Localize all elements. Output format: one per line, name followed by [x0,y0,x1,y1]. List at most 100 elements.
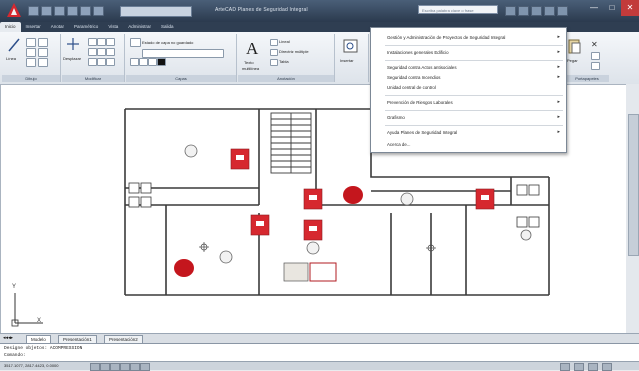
insert-block-icon[interactable] [342,38,360,54]
ortho-toggle-icon[interactable] [110,363,120,371]
scrollbar-thumb[interactable] [628,114,639,256]
favorites-icon[interactable] [544,6,555,16]
new-file-icon[interactable] [28,6,39,16]
search-icon[interactable] [505,6,516,16]
minimize-button[interactable]: — [585,0,603,16]
layer-properties-icon[interactable] [130,38,141,47]
menu-item-acerca[interactable]: Acerca de... [371,139,566,150]
layer-lock-icon[interactable] [148,58,157,66]
multileader-icon[interactable] [270,49,278,56]
clean-screen-icon[interactable] [602,363,612,371]
tab-salida[interactable]: Salida [156,22,179,32]
redo-icon[interactable] [80,6,91,16]
insert-label: Insertar [340,58,354,63]
copy-clip-icon[interactable] [591,52,600,60]
rotate-icon[interactable] [88,38,97,46]
title-bar: ArteCAD Planes de Seguridad Integral Esc… [0,0,639,22]
match-properties-icon[interactable] [591,62,600,70]
array-icon[interactable] [106,58,115,66]
subscription-icon[interactable] [518,6,529,16]
menu-item-label: Instalaciones generales Edificio [387,50,449,55]
line-icon[interactable] [7,37,21,53]
linear-label[interactable]: Lineal [279,39,290,44]
multileader-label[interactable]: Directriz múltiple [279,49,309,54]
menu-item-label: Prevención de Riesgos Laborales [387,100,453,105]
undo-icon[interactable] [67,6,78,16]
lock-ui-icon[interactable] [588,363,598,371]
menu-item-gestion[interactable]: Gestión y Administración de Proyectos de… [371,32,566,43]
maximize-button[interactable]: □ [603,0,621,16]
submenu-arrow-icon: ▸ [557,99,560,105]
panel-caption: Modificar [62,75,124,82]
otrack-toggle-icon[interactable] [140,363,150,371]
dimension-icon[interactable] [270,39,278,46]
stretch-icon[interactable] [88,58,97,66]
table-icon[interactable] [270,59,278,66]
application-logo-icon[interactable] [6,2,22,18]
menu-item-ayuda[interactable]: Ayuda Planes de Seguridad Integral ▸ [371,127,566,138]
workspace-selector[interactable] [120,6,192,17]
hatch-icon[interactable] [38,48,48,57]
command-prompt[interactable]: Comando: [4,353,26,358]
tab-anotar[interactable]: Anotar [46,22,69,32]
print-icon[interactable] [93,6,104,16]
tab-insertar[interactable]: Insertar [21,22,46,32]
move-label: Desplazar [63,56,82,61]
fillet-icon[interactable] [106,48,115,56]
tab-inicio[interactable]: Inicio [0,22,21,32]
save-icon[interactable] [54,6,65,16]
tab-administrar[interactable]: Administrar [123,22,156,32]
scale-icon[interactable] [97,58,106,66]
workspace-switch-icon[interactable] [560,363,570,371]
copy-icon[interactable] [88,48,97,56]
vertical-scrollbar[interactable] [626,84,639,333]
trim-icon[interactable] [97,38,106,46]
tab-vista[interactable]: Vista [103,22,123,32]
menu-item-unidad-central[interactable]: Unidad central de control [371,82,566,93]
layer-on-icon[interactable] [130,58,139,66]
circle-icon[interactable] [26,48,36,57]
help-icon[interactable] [557,6,568,16]
menu-item-label: Ayuda Planes de Seguridad Integral [387,130,458,135]
region-icon[interactable] [38,58,48,67]
polyline-icon[interactable] [26,38,36,47]
panel-anotacion: A Texto multilínea Lineal Directriz múlt… [238,34,335,82]
text-icon[interactable]: A [246,40,258,57]
panel-caption: Anotación [238,75,334,82]
erase-icon[interactable] [106,38,115,46]
layer-freeze-icon[interactable] [139,58,148,66]
annotation-scale-icon[interactable] [574,363,584,371]
panel-dibujo: Línea Dibujo [2,34,61,82]
mirror-icon[interactable] [97,48,106,56]
menu-separator [385,45,563,46]
communication-icon[interactable] [531,6,542,16]
submenu-arrow-icon: ▸ [557,114,560,120]
layout-nav-arrows-icon[interactable]: ◂◂◂▸ [3,335,13,341]
open-file-icon[interactable] [41,6,52,16]
layer-dropdown[interactable] [142,49,224,58]
paste-icon[interactable] [567,38,581,54]
menu-item-instalaciones[interactable]: Instalaciones generales Edificio ▸ [371,47,566,58]
ucs-x-label: X [37,318,42,324]
layer-state-label[interactable]: Estado de capa no guardado [142,40,193,45]
move-icon[interactable] [66,37,80,51]
coordinates-readout: 3517.1077, 2817.4423, 0.0000 [4,363,59,368]
tab-parametrico[interactable]: Paramétrico [69,22,103,32]
search-input[interactable]: Escriba palabra clave o frase [418,5,498,14]
cut-icon[interactable]: ✕ [591,40,598,49]
snap-toggle-icon[interactable] [90,363,100,371]
layer-color-icon[interactable] [157,58,166,66]
command-line[interactable]: Designe objetos: ACOMPRESSION Comando: [0,343,639,362]
polar-toggle-icon[interactable] [120,363,130,371]
grid-toggle-icon[interactable] [100,363,110,371]
close-button[interactable]: ✕ [621,0,639,16]
table-label[interactable]: Tabla [279,59,289,64]
osnap-toggle-icon[interactable] [130,363,140,371]
menu-item-grafismo[interactable]: Grafismo ▸ [371,112,566,123]
menu-item-prevencion[interactable]: Prevención de Riesgos Laborales ▸ [371,97,566,108]
arc-icon[interactable] [26,58,36,67]
artecad-dropdown-menu: Gestión y Administración de Proyectos de… [370,27,567,153]
panel-modificar: Desplazar Modificar [62,34,125,82]
rectangle-icon[interactable] [38,38,48,47]
menu-separator [385,95,563,96]
